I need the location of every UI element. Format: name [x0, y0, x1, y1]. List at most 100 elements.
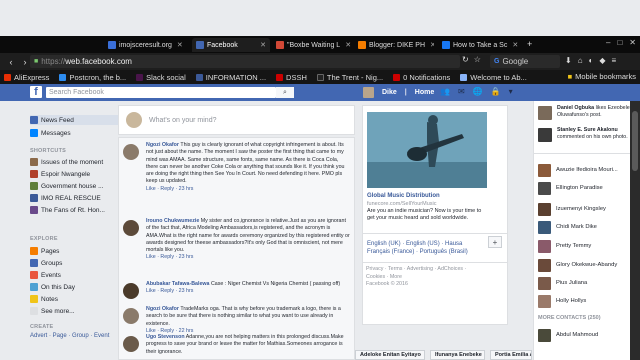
page-scrollbar[interactable]	[630, 101, 640, 360]
menu-icon[interactable]: ≡	[612, 56, 617, 65]
gmail-icon	[276, 41, 284, 49]
sidebar-item-shortcut[interactable]: Espoir Nwangele 1	[30, 169, 130, 179]
sidebar-item-groups[interactable]: Groups	[30, 258, 130, 268]
tab-boxbe[interactable]: "Boxbe Waiting L ✕	[272, 38, 352, 52]
bookmark-welcome[interactable]: Welcome to Ab...	[456, 73, 533, 82]
chat-contact[interactable]: Awuzie Ifedioira Mouri...	[538, 163, 638, 177]
tab-facebook[interactable]: Facebook ✕	[192, 38, 270, 52]
avatar[interactable]	[123, 144, 139, 160]
close-window-button[interactable]: ✕	[629, 38, 636, 47]
profile-link[interactable]: Dike	[382, 89, 397, 96]
comment-actions[interactable]: Like · Reply · 23 hrs	[146, 186, 351, 193]
search-box[interactable]: G Google	[490, 55, 560, 68]
news-feed: What's on your mind? Ngozi Okafor This g…	[118, 101, 355, 360]
ad-url[interactable]: funecore.com/SellYourMusic	[367, 201, 437, 207]
ad-image[interactable]	[367, 112, 487, 188]
chat-contact[interactable]: Chidi Mark Dike	[538, 220, 638, 234]
close-icon[interactable]: ✕	[177, 41, 183, 49]
sidebar-item-events[interactable]: Events 1	[30, 270, 130, 280]
shield-icon[interactable]: ◆	[599, 56, 605, 65]
page-icon	[460, 73, 468, 81]
search-icon[interactable]: ⌕	[276, 87, 294, 98]
bookmark-the-trent[interactable]: The Trent - Nig...	[313, 73, 389, 82]
tab-how-to[interactable]: How to Take a Sc ✕	[438, 38, 524, 52]
bookmark-dssh[interactable]: DSSH	[272, 73, 313, 82]
facebook-logo-icon[interactable]: f	[30, 86, 42, 98]
privacy-icon[interactable]: 🔒	[491, 87, 501, 96]
facebook-search-input[interactable]: Search Facebook	[46, 87, 276, 98]
bookmark-postcron[interactable]: Postcron, the b...	[55, 73, 132, 82]
download-icon[interactable]: ⬇	[565, 56, 572, 65]
sidebar-item-notes[interactable]: Notes	[30, 294, 130, 304]
ticker: Daniel Ogbuka likes Ezeobele Oluwafunso'…	[534, 101, 640, 154]
tab-blogger[interactable]: Blogger: DIKE PH ✕	[354, 38, 434, 52]
chat-tab[interactable]: Ifunanya Enebeke	[430, 350, 485, 360]
pocket-icon[interactable]: ◐	[589, 56, 594, 65]
language-links[interactable]: English (UK) · English (US) · Hausa	[367, 240, 503, 248]
close-icon[interactable]: ✕	[345, 41, 351, 49]
sidebar-item-news-feed[interactable]: News Feed ···	[30, 115, 130, 125]
add-language-button[interactable]: +	[488, 236, 502, 248]
bookmark-information[interactable]: INFORMATION ...	[192, 73, 272, 82]
footer-links[interactable]: Privacy · Terms · Advertising · AdChoice…	[366, 266, 506, 274]
close-icon[interactable]: ✕	[512, 41, 518, 49]
friend-requests-icon[interactable]: 👥	[440, 87, 450, 96]
sidebar-item-see-more[interactable]: See more...	[30, 306, 130, 316]
notifications-icon[interactable]: 🌐	[473, 87, 483, 96]
comment-author[interactable]: Irouno Chukwumezie	[146, 218, 199, 224]
avatar[interactable]	[363, 87, 374, 98]
comment-author[interactable]: Ngozi Okafor	[146, 142, 179, 148]
status-composer[interactable]: What's on your mind?	[118, 105, 355, 135]
chat-contact[interactable]: Ellington Paradise	[538, 181, 638, 195]
language-links[interactable]: Français (France) · Português (Brasil)	[367, 248, 503, 256]
close-icon[interactable]: ✕	[430, 41, 434, 49]
sidebar-item-shortcut[interactable]: Government house ... 15	[30, 181, 130, 191]
chat-contact[interactable]: Izuemenyi Kingsley	[538, 202, 638, 216]
home-icon[interactable]: ⌂	[578, 56, 583, 65]
new-tab-button[interactable]: +	[527, 39, 532, 49]
home-link[interactable]: Home	[415, 89, 434, 96]
settings-dropdown-icon[interactable]: ▾	[509, 87, 513, 96]
chat-tab[interactable]: Portia Emilia Anthony	[490, 350, 532, 360]
mobile-bookmarks[interactable]: ■ Mobile bookmarks	[568, 72, 636, 81]
scrollbar-thumb[interactable]	[632, 111, 638, 171]
bookmark-aliexpress[interactable]: AliExpress	[0, 73, 55, 82]
bookmark-notifications[interactable]: 0 Notifications	[389, 73, 456, 82]
language-selector: English (UK) · English (US) · Hausa Fran…	[362, 233, 508, 263]
sidebar-item-on-this-day[interactable]: On this Day	[30, 282, 130, 292]
sponsored-ad[interactable]: Global Music Distribution funecore.com/S…	[362, 105, 508, 325]
chat-contact[interactable]: Pretty Temmy	[538, 239, 638, 253]
chat-contact[interactable]: Abdul Mahmoud	[538, 328, 638, 342]
avatar[interactable]	[123, 283, 139, 299]
sidebar-item-shortcut[interactable]: IMO REAL RESCUE	[30, 193, 130, 203]
address-bar[interactable]: ■ https://web.facebook.com	[30, 55, 460, 68]
avatar[interactable]	[123, 220, 139, 236]
comment-author[interactable]: Ugo Stevenson	[146, 334, 185, 340]
sidebar-item-messages[interactable]: Messages	[30, 128, 130, 138]
sidebar-item-shortcut[interactable]: The Fans of Rt. Hon... 17	[30, 205, 130, 215]
star-icon[interactable]: ☆	[474, 55, 481, 64]
comment-actions[interactable]: Like · Reply · 23 hrs	[146, 254, 351, 261]
create-links[interactable]: Advert · Page · Group · Event	[30, 333, 109, 339]
close-icon[interactable]: ✕	[260, 41, 266, 49]
avatar[interactable]	[123, 308, 139, 324]
minimize-button[interactable]: –	[606, 38, 610, 47]
footer-links[interactable]: Cookies · More	[366, 274, 506, 282]
ad-title[interactable]: Global Music Distribution	[367, 193, 440, 199]
chat-contact[interactable]: Holly Hollys	[538, 294, 638, 308]
reload-icon[interactable]: ↻	[462, 55, 469, 64]
tab-imojsceresult[interactable]: imojsceresult.org ✕	[104, 38, 190, 52]
sidebar-item-pages[interactable]: Pages	[30, 246, 130, 256]
comment-author[interactable]: Ngozi Okafor	[146, 306, 179, 312]
chat-contact[interactable]: Glory Okekwue-Abandy	[538, 258, 638, 272]
comment-author[interactable]: Abubakar Tafawa-Balewa	[146, 281, 210, 287]
avatar[interactable]	[123, 336, 139, 352]
bookmark-slack[interactable]: Slack social	[132, 73, 192, 82]
maximize-button[interactable]: □	[617, 38, 622, 47]
messages-icon[interactable]: ✉	[458, 87, 465, 96]
chat-contact[interactable]: Pius Juliana	[538, 276, 638, 290]
chat-tab[interactable]: Adeloke Enitan Eyitayo	[355, 350, 425, 360]
comment-actions[interactable]: Like · Reply · 23 hrs	[146, 288, 351, 295]
back-arrow-icon[interactable]: ‹	[4, 57, 18, 67]
sidebar-item-shortcut[interactable]: Issues of the moment 1	[30, 157, 130, 167]
